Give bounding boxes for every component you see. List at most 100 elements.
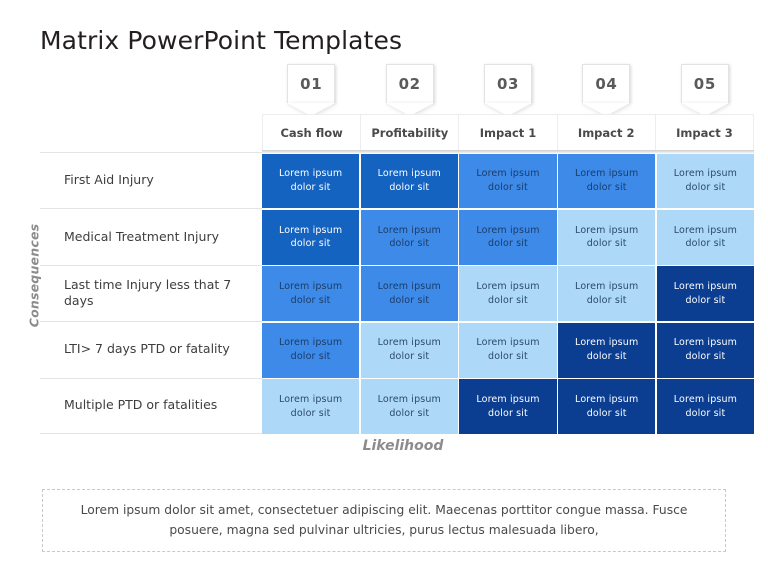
matrix-cell-line2: dolor sit	[685, 351, 726, 363]
matrix-cell[interactable]: Lorem ipsum dolor sit	[558, 153, 656, 209]
matrix-cell-line2: dolor sit	[488, 294, 528, 306]
row-label-text: Last time Injury less that 7 days	[64, 276, 232, 309]
column-header-label: Impact 1	[479, 125, 537, 140]
column-header-2[interactable]: Profitability	[361, 114, 460, 150]
matrix-cell-line2: dolor sit	[290, 294, 331, 306]
risk-matrix: 01 02 03 04 05 Cash flow Profitability Impact …	[40, 64, 755, 434]
column-number-label: 04	[595, 75, 618, 93]
column-number-tag[interactable]: 05	[680, 64, 729, 103]
matrix-cell-line2: dolor sit	[586, 181, 627, 193]
matrix-cell[interactable]: Lorem ipsum dolor sit	[262, 379, 360, 434]
matrix-cell[interactable]: Lorem ipsum dolor sit	[459, 153, 557, 209]
column-tag-cell: 05	[656, 64, 754, 114]
matrix-row-cells: Lorem ipsum dolor sit Lorem ipsum dolor sit…	[262, 152, 755, 209]
matrix-cell-line2: dolor sit	[685, 181, 726, 193]
matrix-cell-line1: Lorem ipsum	[476, 337, 540, 349]
matrix-cell-line1: Lorem ipsum	[673, 224, 738, 236]
matrix-cell[interactable]: Lorem ipsum dolor sit	[360, 322, 458, 378]
matrix-cell-line1: Lorem ipsum	[575, 224, 639, 236]
matrix-cell-line2: dolor sit	[488, 238, 528, 250]
row-label-text: LTI> 7 days PTD or fatality	[64, 341, 230, 357]
matrix-row: Last time Injury less that 7 days Lorem i…	[40, 264, 755, 322]
matrix-row-cells: Lorem ipsum dolor sit Lorem ipsum dolor sit…	[262, 208, 755, 265]
matrix-cell-line2: dolor sit	[389, 351, 430, 363]
matrix-cell[interactable]: Lorem ipsum dolor sit	[459, 322, 557, 378]
column-number-label: 03	[496, 75, 520, 93]
row-label-text: Multiple PTD or fatalities	[64, 397, 218, 413]
row-label[interactable]: Multiple PTD or fatalities	[40, 377, 262, 434]
column-header-1[interactable]: Cash flow	[262, 114, 362, 150]
matrix-cell[interactable]: Lorem ipsum dolor sit	[262, 322, 360, 378]
matrix-cell[interactable]: Lorem ipsum dolor sit	[656, 379, 755, 434]
axis-label-consequences-text: Consequences	[26, 223, 42, 327]
matrix-cell[interactable]: Lorem ipsum dolor sit	[656, 209, 755, 265]
matrix-cell[interactable]: Lorem ipsum dolor sit	[558, 379, 656, 434]
matrix-cell[interactable]: Lorem ipsum dolor sit	[459, 266, 557, 322]
matrix-cell-line2: dolor sit	[488, 181, 528, 193]
column-header-5[interactable]: Impact 3	[655, 114, 755, 150]
column-number-tag[interactable]: 04	[582, 64, 631, 103]
row-label[interactable]: Medical Treatment Injury	[40, 208, 262, 265]
column-number-tag[interactable]: 01	[287, 64, 336, 103]
matrix-cell[interactable]: Lorem ipsum dolor sit	[360, 209, 458, 265]
column-header-4[interactable]: Impact 2	[557, 114, 656, 150]
row-label[interactable]: Last time Injury less that 7 days	[40, 264, 262, 322]
row-label[interactable]: LTI> 7 days PTD or fatality	[40, 321, 262, 378]
matrix-cell-line1: Lorem ipsum	[575, 337, 639, 349]
matrix-cell[interactable]: Lorem ipsum dolor sit	[262, 266, 360, 322]
axis-label-consequences: Consequences	[25, 205, 43, 345]
column-number-tags: 01 02 03 04 05	[262, 64, 754, 114]
matrix-cell-line2: dolor sit	[389, 181, 430, 193]
matrix-cell-line1: Lorem ipsum	[476, 168, 540, 180]
matrix-cell[interactable]: Lorem ipsum dolor sit	[360, 266, 458, 322]
matrix-cell[interactable]: Lorem ipsum dolor sit	[360, 379, 458, 434]
matrix-cell-line2: dolor sit	[290, 181, 331, 193]
column-header-label: Profitability	[371, 125, 449, 140]
matrix-cell-line2: dolor sit	[586, 238, 627, 250]
column-number-label: 02	[398, 75, 421, 93]
footer-note: Lorem ipsum dolor sit amet, consectetuer…	[42, 489, 726, 552]
matrix-cell[interactable]: Lorem ipsum dolor sit	[360, 153, 458, 209]
matrix-cell-line2: dolor sit	[389, 407, 430, 419]
matrix-cell[interactable]: Lorem ipsum dolor sit	[558, 209, 656, 265]
column-number-label: 05	[693, 75, 716, 93]
page-title: Matrix PowerPoint Templates	[40, 26, 403, 55]
column-number-label: 01	[300, 75, 323, 93]
column-number-tag[interactable]: 02	[385, 64, 434, 103]
footer-note-text: Lorem ipsum dolor sit amet, consectetuer…	[80, 503, 688, 537]
matrix-cell-line1: Lorem ipsum	[278, 224, 343, 236]
matrix-cell-line2: dolor sit	[685, 407, 726, 419]
matrix-cell[interactable]: Lorem ipsum dolor sit	[558, 322, 656, 378]
matrix-cell-line1: Lorem ipsum	[673, 337, 738, 349]
column-header-row: Cash flow Profitability Impact 1 Impact 2 Im…	[262, 114, 755, 150]
matrix-cell-line1: Lorem ipsum	[476, 393, 540, 405]
matrix-row: First Aid Injury Lorem ipsum dolor sit Lore…	[40, 152, 755, 209]
row-label[interactable]: First Aid Injury	[40, 152, 262, 209]
matrix-cell-line1: Lorem ipsum	[476, 224, 540, 236]
matrix-cell[interactable]: Lorem ipsum dolor sit	[262, 209, 360, 265]
column-header-label: Impact 2	[577, 125, 635, 140]
column-header-3[interactable]: Impact 1	[459, 114, 558, 150]
matrix-row: LTI> 7 days PTD or fatality Lorem ipsum do…	[40, 321, 755, 378]
column-number-tag[interactable]: 03	[484, 64, 533, 103]
matrix-cell[interactable]: Lorem ipsum dolor sit	[656, 266, 755, 322]
matrix-cell-line1: Lorem ipsum	[377, 280, 441, 292]
matrix-cell[interactable]: Lorem ipsum dolor sit	[558, 266, 656, 322]
matrix-cell-line2: dolor sit	[586, 407, 627, 419]
matrix-cell-line2: dolor sit	[685, 238, 726, 250]
matrix-cell-line1: Lorem ipsum	[476, 280, 540, 292]
matrix-cell[interactable]: Lorem ipsum dolor sit	[459, 379, 557, 434]
row-label-text: Medical Treatment Injury	[64, 228, 219, 244]
matrix-cell-line2: dolor sit	[290, 407, 331, 419]
matrix-cell[interactable]: Lorem ipsum dolor sit	[656, 322, 755, 378]
matrix-cell-line2: dolor sit	[389, 294, 430, 306]
matrix-cell[interactable]: Lorem ipsum dolor sit	[459, 209, 557, 265]
matrix-row-cells: Lorem ipsum dolor sit Lorem ipsum dolor sit…	[262, 321, 755, 378]
matrix-cell[interactable]: Lorem ipsum dolor sit	[262, 153, 360, 209]
matrix-cell-line2: dolor sit	[290, 238, 331, 250]
matrix-cell-line1: Lorem ipsum	[278, 337, 343, 349]
matrix-cell[interactable]: Lorem ipsum dolor sit	[656, 153, 755, 209]
matrix-grid-body: First Aid Injury Lorem ipsum dolor sit Lore…	[40, 152, 755, 434]
matrix-cell-line1: Lorem ipsum	[575, 168, 639, 180]
matrix-row-cells: Lorem ipsum dolor sit Lorem ipsum dolor sit…	[262, 378, 755, 434]
